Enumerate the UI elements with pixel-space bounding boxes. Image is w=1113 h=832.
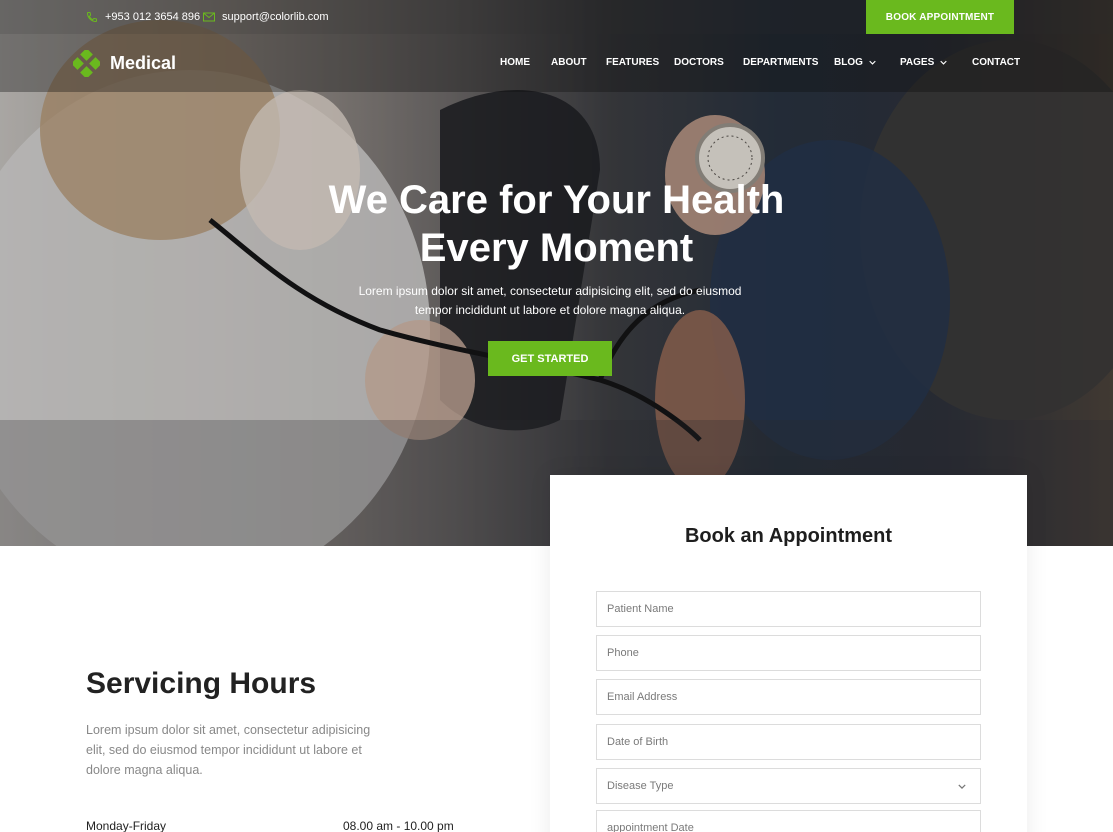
- chevron-down-icon: [940, 60, 947, 65]
- main-navbar: Medical HOME ABOUT FEATURES DOCTORS DEPA…: [0, 34, 1113, 92]
- chevron-down-icon: [958, 783, 966, 789]
- appointment-title: Book an Appointment: [684, 525, 893, 547]
- phone-input[interactable]: [596, 635, 981, 671]
- nav-item-features[interactable]: FEATURES: [606, 57, 659, 68]
- nav-item-blog[interactable]: BLOG: [834, 57, 876, 68]
- disease-type-select[interactable]: Disease Type: [596, 768, 981, 804]
- nav-label: DEPARTMENTS: [743, 57, 819, 68]
- hero-subtitle-line: Lorem ipsum dolor sit amet, consectetur …: [358, 284, 742, 298]
- hero-title-line: Every Moment: [419, 226, 694, 270]
- nav-label: FEATURES: [606, 57, 660, 68]
- hours-time: 08.00 am - 10.00 pm: [343, 819, 454, 832]
- date-of-birth-input[interactable]: [596, 724, 981, 760]
- nav-label: PAGES: [900, 57, 935, 68]
- servicing-text-line: Lorem ipsum dolor sit amet, consectetur …: [86, 723, 371, 737]
- hero-title: We Care for Your Health Every Moment: [0, 176, 1113, 272]
- servicing-hours-text: Lorem ipsum dolor sit amet, consectetur …: [86, 720, 406, 780]
- nav-label: CONTACT: [972, 57, 1021, 68]
- medical-logo-icon: [73, 50, 100, 77]
- appointment-date-input[interactable]: [596, 810, 981, 832]
- hero-title-line: We Care for Your Health: [328, 178, 785, 222]
- nav-label: DOCTORS: [674, 57, 724, 68]
- topbar-email[interactable]: support@colorlib.com: [203, 0, 329, 34]
- nav-item-home[interactable]: HOME: [500, 57, 530, 68]
- patient-name-input[interactable]: [596, 591, 981, 627]
- chevron-down-icon: [869, 60, 876, 65]
- nav-item-doctors[interactable]: DOCTORS: [674, 57, 724, 68]
- phone-icon: [86, 12, 97, 23]
- topbar-phone[interactable]: +953 012 3654 896: [86, 0, 200, 34]
- disease-type-value: Disease Type: [607, 780, 674, 792]
- site-logo[interactable]: Medical: [73, 50, 176, 77]
- book-appointment-button[interactable]: BOOK APPOINTMENT: [866, 0, 1014, 34]
- servicing-text-line: dolore magna aliqua.: [86, 763, 203, 777]
- nav-label: ABOUT: [551, 57, 587, 68]
- hours-day: Monday-Friday: [86, 819, 167, 832]
- nav-item-contact[interactable]: CONTACT: [972, 57, 1020, 68]
- nav-item-pages[interactable]: PAGES: [900, 57, 947, 68]
- mail-icon: [203, 12, 215, 22]
- servicing-text-line: elit, sed do eiusmod tempor incididunt u…: [86, 743, 362, 757]
- nav-item-departments[interactable]: DEPARTMENTS: [743, 57, 818, 68]
- hero-subtitle: Lorem ipsum dolor sit amet, consectetur …: [0, 282, 1100, 320]
- logo-text: Medical: [110, 53, 177, 73]
- servicing-hours-title: Servicing Hours: [86, 667, 317, 700]
- top-bar: +953 012 3654 896 support@colorlib.com B…: [0, 0, 1113, 34]
- get-started-button[interactable]: GET STARTED: [488, 341, 612, 376]
- email-input[interactable]: [596, 679, 981, 715]
- phone-text: +953 012 3654 896: [105, 11, 201, 23]
- nav-label: BLOG: [834, 57, 863, 68]
- hero-subtitle-line: tempor incididunt ut labore et dolore ma…: [414, 303, 686, 317]
- nav-item-about[interactable]: ABOUT: [551, 57, 587, 68]
- email-text: support@colorlib.com: [222, 11, 329, 23]
- nav-label: HOME: [500, 57, 530, 68]
- appointment-card: Book an Appointment Disease Type: [550, 475, 1027, 832]
